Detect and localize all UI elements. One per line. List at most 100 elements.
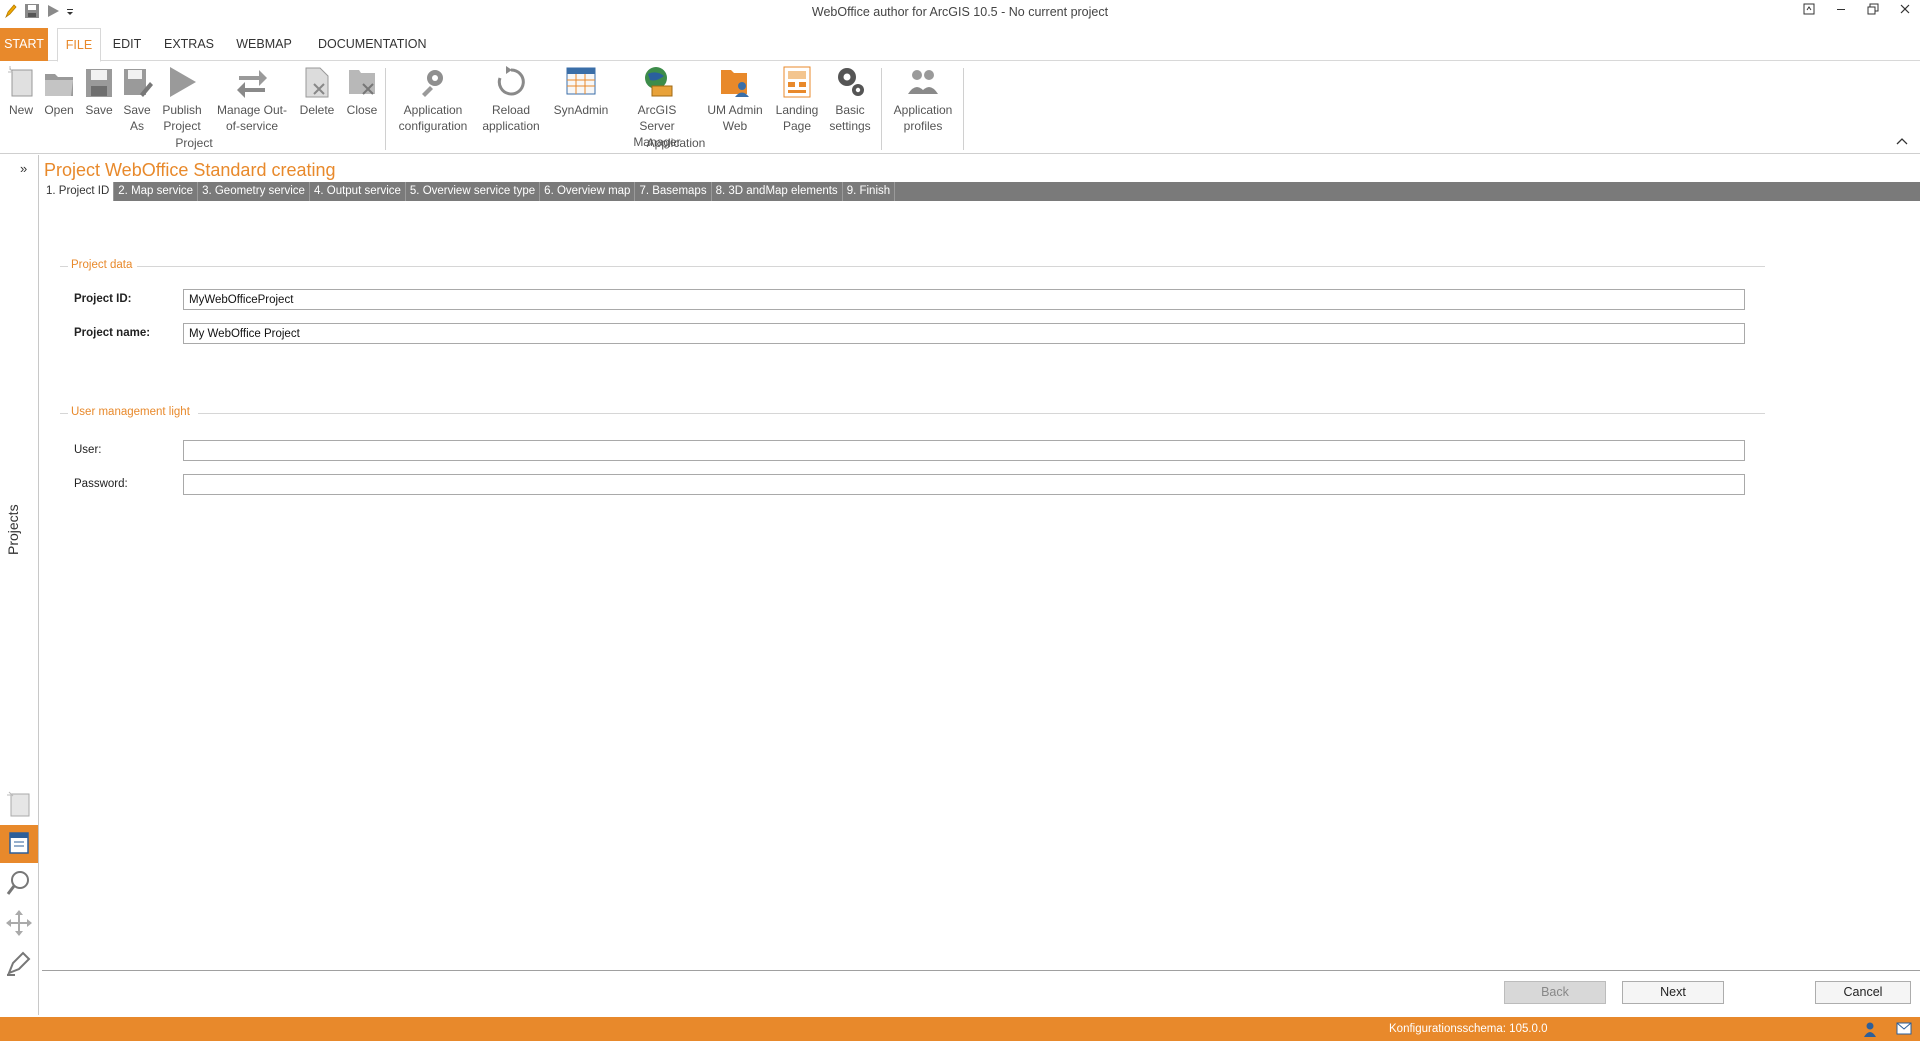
save-as-button[interactable]: Save As — [118, 64, 156, 134]
step-overview-service-type[interactable]: 5. Overview service type — [406, 182, 541, 201]
search-icon — [5, 869, 33, 900]
ribbon-separator — [881, 68, 882, 150]
window-controls — [1800, 2, 1914, 20]
wizard-steps: 1. Project ID 2. Map service 3. Geometry… — [42, 182, 1920, 201]
group-divider — [198, 413, 1765, 414]
search-tool[interactable] — [0, 865, 38, 903]
new-document-icon — [5, 788, 33, 821]
save-as-label: Save As — [123, 103, 151, 133]
move-arrows-icon — [5, 909, 33, 940]
save-button[interactable]: Save — [82, 64, 116, 118]
menu-bar: START FILE EDIT EXTRAS WEBMAP DOCUMENTAT… — [0, 28, 1920, 62]
tab-documentation[interactable]: DOCUMENTATION — [318, 28, 427, 61]
close-label: Close — [346, 103, 378, 117]
back-button[interactable]: Back — [1504, 981, 1606, 1004]
publish-project-button[interactable]: Publish Project — [160, 64, 204, 134]
project-wizard-tool[interactable] — [0, 825, 38, 863]
project-id-label: Project ID: — [74, 293, 132, 305]
title-bar: WebOffice author for ArcGIS 10.5 - No cu… — [0, 0, 1920, 24]
tab-extras[interactable]: EXTRAS — [164, 28, 214, 61]
um-admin-web-label: UM Admin Web — [707, 103, 763, 133]
user-input[interactable] — [183, 440, 1745, 461]
edit-tool[interactable] — [0, 945, 38, 983]
new-label: New — [8, 103, 33, 117]
um-admin-web-button[interactable]: UM Admin Web — [702, 64, 768, 134]
sidebar: » Projects — [0, 155, 39, 1015]
manage-out-of-service-button[interactable]: Manage Out-of-service — [212, 64, 292, 134]
new-project-tool[interactable] — [0, 785, 38, 823]
user-management-title: User management light — [71, 406, 190, 418]
open-button[interactable]: Open — [42, 64, 76, 118]
bottom-divider — [42, 970, 1920, 971]
globe-server-icon — [640, 64, 674, 100]
project-id-input[interactable] — [183, 289, 1745, 310]
step-output-service[interactable]: 4. Output service — [310, 182, 406, 201]
tab-webmap[interactable]: WEBMAP — [236, 28, 292, 61]
tab-edit[interactable]: EDIT — [110, 28, 144, 61]
maximize-icon[interactable] — [1864, 2, 1882, 20]
delete-label: Delete — [299, 103, 335, 117]
application-group-label: Application — [646, 136, 706, 150]
user-label: User: — [74, 444, 102, 456]
cancel-button[interactable]: Cancel — [1815, 981, 1911, 1004]
config-schema-label: Konfigurationsschema: 105.0.0 — [1389, 1023, 1548, 1035]
folder-open-icon — [42, 64, 76, 100]
step-geometry-service[interactable]: 3. Geometry service — [198, 182, 310, 201]
group-divider — [60, 266, 68, 267]
page-title: Project WebOffice Standard creating — [44, 160, 336, 180]
step-basemaps[interactable]: 7. Basemaps — [635, 182, 712, 201]
minimize-icon[interactable] — [1832, 2, 1850, 20]
restore-ribbon-icon[interactable] — [1800, 2, 1818, 20]
project-data-title: Project data — [71, 259, 133, 271]
manage-out-of-service-label: Manage Out-of-service — [216, 103, 288, 133]
save-as-icon — [120, 64, 154, 100]
project-name-input[interactable] — [183, 323, 1745, 344]
reload-application-label: Reload application — [482, 103, 540, 133]
application-profiles-button[interactable]: Application profiles — [888, 64, 958, 134]
step-project-id[interactable]: 1. Project ID — [42, 182, 115, 201]
message-icon[interactable] — [1896, 1021, 1912, 1037]
tab-file[interactable]: FILE — [57, 28, 101, 62]
synadmin-button[interactable]: SynAdmin — [550, 64, 612, 118]
application-profiles-label: Application profiles — [893, 103, 953, 133]
ribbon-separator — [963, 68, 964, 150]
project-group-label: Project — [175, 136, 213, 150]
basic-settings-button[interactable]: Basic settings — [826, 64, 874, 134]
new-document-icon — [4, 64, 38, 100]
expand-sidebar-icon[interactable]: » — [20, 161, 27, 176]
open-label: Open — [44, 103, 74, 117]
ribbon-separator — [385, 68, 386, 150]
step-overview-map[interactable]: 6. Overview map — [540, 182, 636, 201]
new-button[interactable]: New — [4, 64, 38, 118]
move-tool[interactable] — [0, 905, 38, 943]
step-map-service[interactable]: 2. Map service — [114, 182, 199, 201]
password-label: Password: — [74, 478, 128, 490]
projects-panel-label[interactable]: Projects — [5, 455, 21, 555]
users-icon — [906, 64, 940, 100]
basic-settings-label: Basic settings — [829, 103, 871, 133]
user-folder-icon — [718, 64, 752, 100]
application-configuration-button[interactable]: Application configuration — [393, 64, 473, 134]
table-icon — [564, 64, 598, 100]
settings-gears-icon — [833, 64, 867, 100]
delete-document-icon — [300, 64, 334, 100]
close-icon[interactable] — [1896, 2, 1914, 20]
status-bar: Konfigurationsschema: 105.0.0 — [0, 1017, 1920, 1041]
next-button[interactable]: Next — [1622, 981, 1724, 1004]
notebook-icon — [6, 830, 32, 859]
publish-project-label: Publish Project — [162, 103, 202, 133]
reload-application-button[interactable]: Reload application — [477, 64, 545, 134]
delete-button[interactable]: Delete — [298, 64, 336, 118]
password-input[interactable] — [183, 474, 1745, 495]
application-configuration-label: Application configuration — [398, 103, 468, 133]
collapse-ribbon-icon[interactable] — [1896, 136, 1908, 148]
close-button[interactable]: Close — [343, 64, 381, 118]
swap-arrows-icon — [235, 64, 269, 100]
play-icon — [165, 64, 199, 100]
user-icon[interactable] — [1862, 1021, 1878, 1037]
landing-page-button[interactable]: Landing Page — [772, 64, 822, 134]
step-3d-and-map-elements[interactable]: 8. 3D andMap elements — [712, 182, 843, 201]
start-tab[interactable]: START — [0, 28, 48, 61]
step-finish[interactable]: 9. Finish — [843, 182, 896, 201]
save-icon — [82, 64, 116, 100]
